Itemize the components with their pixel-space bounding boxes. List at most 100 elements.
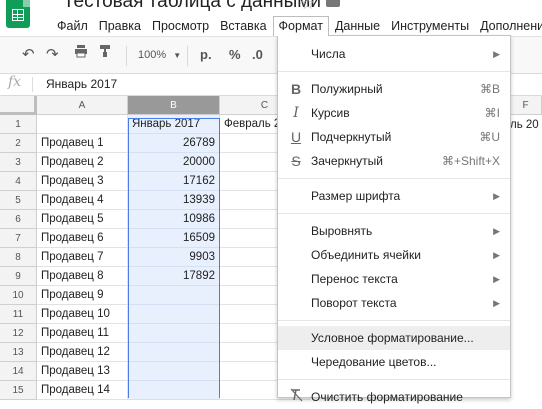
menu-item-italic[interactable]: I Курсив ⌘I xyxy=(278,101,510,125)
row-header[interactable]: 11 xyxy=(0,305,37,324)
submenu-arrow-icon: ▶ xyxy=(493,49,500,59)
column-header-b[interactable]: B xyxy=(128,96,220,115)
row-header[interactable]: 15 xyxy=(0,381,37,400)
underline-icon: U xyxy=(290,129,302,145)
menu-divider xyxy=(278,178,510,179)
menu-file[interactable]: Файл xyxy=(52,17,93,37)
table-cell[interactable] xyxy=(128,343,220,362)
table-cell[interactable]: 17892 xyxy=(128,267,220,286)
table-cell[interactable]: 26789 xyxy=(128,134,220,153)
table-cell[interactable] xyxy=(128,381,220,400)
row-header[interactable]: 12 xyxy=(0,324,37,343)
menu-item-text-rotation[interactable]: Поворот текста ▶ xyxy=(278,291,510,315)
select-all-corner[interactable] xyxy=(0,96,37,115)
row-header[interactable]: 10 xyxy=(0,286,37,305)
menu-format[interactable]: Формат xyxy=(272,16,329,36)
table-cell[interactable]: Продавец 2 xyxy=(37,153,128,172)
submenu-arrow-icon: ▶ xyxy=(493,274,500,284)
document-title[interactable]: Тестовая таблица с данными xyxy=(63,0,321,13)
menu-item-numbers[interactable]: Числа ▶ xyxy=(278,42,510,66)
menu-divider xyxy=(278,71,510,72)
menu-item-bold[interactable]: B Полужирный ⌘B xyxy=(278,77,510,101)
italic-icon: I xyxy=(293,105,299,121)
paint-format-icon[interactable] xyxy=(98,44,112,61)
row-header[interactable]: 4 xyxy=(0,172,37,191)
row-header[interactable]: 1 xyxy=(0,115,37,134)
menu-item-text-wrapping[interactable]: Перенос текста ▶ xyxy=(278,267,510,291)
table-cell[interactable]: Продавец 8 xyxy=(37,267,128,286)
row-header[interactable]: 9 xyxy=(0,267,37,286)
table-cell[interactable]: 20000 xyxy=(128,153,220,172)
column-header-a[interactable]: A xyxy=(37,96,128,115)
decrease-decimal-button[interactable]: .0 xyxy=(252,47,263,62)
redo-icon[interactable]: ↷ xyxy=(46,45,59,63)
cell-f1[interactable]: ль 20 xyxy=(510,119,539,131)
table-cell[interactable]: Продавец 1 xyxy=(37,134,128,153)
row-header[interactable]: 3 xyxy=(0,153,37,172)
row-header[interactable]: 13 xyxy=(0,343,37,362)
menu-insert[interactable]: Вставка xyxy=(215,17,271,37)
table-cell[interactable]: Продавец 13 xyxy=(37,362,128,381)
logo-grid xyxy=(12,9,24,21)
table-cell[interactable]: Продавец 14 xyxy=(37,381,128,400)
menu-tools[interactable]: Инструменты xyxy=(386,17,474,37)
menu-divider xyxy=(278,213,510,214)
print-icon[interactable] xyxy=(74,44,88,61)
row-header[interactable]: 7 xyxy=(0,229,37,248)
menu-item-clear-formatting[interactable]: Очистить форматирование xyxy=(278,385,510,409)
table-cell[interactable] xyxy=(37,115,128,134)
zoom-select[interactable]: 100% ▼ xyxy=(138,49,181,61)
bold-icon: B xyxy=(290,81,302,97)
table-cell[interactable]: 17162 xyxy=(128,172,220,191)
row-header[interactable]: 8 xyxy=(0,248,37,267)
menu-edit[interactable]: Правка xyxy=(94,17,146,37)
table-cell[interactable]: Продавец 9 xyxy=(37,286,128,305)
table-cell[interactable]: Продавец 10 xyxy=(37,305,128,324)
table-cell[interactable] xyxy=(128,362,220,381)
menu-item-underline[interactable]: U Подчеркнутый ⌘U xyxy=(278,125,510,149)
menu-divider xyxy=(278,379,510,380)
row-header[interactable]: 14 xyxy=(0,362,37,381)
undo-icon[interactable]: ↶ xyxy=(22,45,35,63)
strikethrough-icon: S xyxy=(291,153,301,169)
sheets-logo-icon[interactable] xyxy=(6,0,30,28)
menu-item-font-size[interactable]: Размер шрифта ▶ xyxy=(278,184,510,208)
table-cell[interactable]: Продавец 6 xyxy=(37,229,128,248)
menu-item-conditional-formatting[interactable]: Условное форматирование... xyxy=(278,326,510,350)
table-cell[interactable]: Продавец 3 xyxy=(37,172,128,191)
formula-divider xyxy=(32,77,33,92)
row-header[interactable]: 5 xyxy=(0,191,37,210)
currency-format-button[interactable]: р. xyxy=(200,47,212,62)
formula-input[interactable]: Январь 2017 xyxy=(46,77,117,91)
table-cell[interactable]: Продавец 11 xyxy=(37,324,128,343)
table-cell[interactable]: Продавец 7 xyxy=(37,248,128,267)
menu-data[interactable]: Данные xyxy=(330,17,385,37)
table-cell[interactable]: Январь 2017 xyxy=(128,115,220,134)
chevron-down-icon: ▼ xyxy=(173,51,182,60)
table-cell[interactable]: 16509 xyxy=(128,229,220,248)
row-header[interactable]: 2 xyxy=(0,134,37,153)
star-icon[interactable]: ☆ xyxy=(300,0,315,14)
table-cell[interactable]: Продавец 4 xyxy=(37,191,128,210)
menu-addons[interactable]: Дополнени xyxy=(475,17,542,37)
table-cell[interactable]: 9903 xyxy=(128,248,220,267)
row-header[interactable]: 6 xyxy=(0,210,37,229)
table-cell[interactable] xyxy=(128,286,220,305)
table-cell[interactable]: 13939 xyxy=(128,191,220,210)
menu-item-alternating-colors[interactable]: Чередование цветов... xyxy=(278,350,510,374)
folder-icon[interactable] xyxy=(326,0,340,7)
table-cell[interactable]: Продавец 12 xyxy=(37,343,128,362)
zoom-value: 100% xyxy=(138,49,167,61)
logo-fold xyxy=(23,0,30,7)
menu-item-merge-cells[interactable]: Объединить ячейки ▶ xyxy=(278,243,510,267)
table-cell[interactable]: Продавец 5 xyxy=(37,210,128,229)
fx-icon: fx xyxy=(8,74,22,90)
menu-item-strikethrough[interactable]: S Зачеркнутый ⌘+Shift+X xyxy=(278,149,510,173)
menu-item-align[interactable]: Выровнять ▶ xyxy=(278,219,510,243)
percent-format-button[interactable]: % xyxy=(229,47,241,62)
column-header-f[interactable]: F xyxy=(510,96,542,115)
table-cell[interactable] xyxy=(128,305,220,324)
table-cell[interactable]: 10986 xyxy=(128,210,220,229)
table-cell[interactable] xyxy=(128,324,220,343)
menu-view[interactable]: Просмотр xyxy=(147,17,214,37)
